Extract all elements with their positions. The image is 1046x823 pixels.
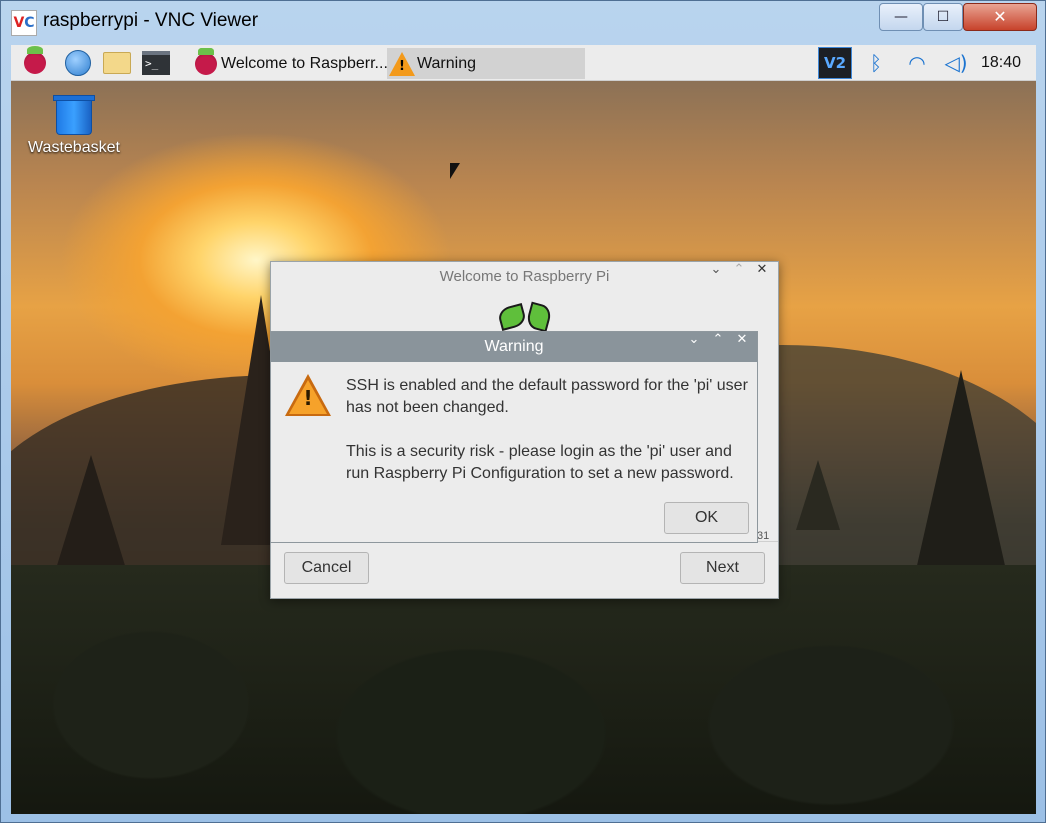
taskbar-item-warning[interactable]: Warning (387, 48, 585, 79)
taskbar: >_ Welcome to Raspberr... Warning V2 ᛒ ◠… (11, 45, 1036, 81)
ok-button[interactable]: OK (664, 502, 749, 534)
volume-icon[interactable]: ◁) (941, 49, 971, 77)
web-browser-icon[interactable] (62, 47, 94, 79)
window-close-button[interactable]: ✕ (963, 3, 1037, 31)
desktop-icon-label: Wastebasket (28, 139, 120, 156)
vnc-viewer-logo-icon: VC (11, 10, 37, 36)
next-button[interactable]: Next (680, 552, 765, 584)
warning-message: This is a security risk - please login a… (346, 443, 734, 482)
raspberry-pi-logo-icon (496, 301, 553, 334)
chevron-up-icon[interactable]: ⌃ (728, 262, 750, 292)
cancel-button[interactable]: Cancel (284, 552, 369, 584)
warning-message: SSH is enabled and the default password … (346, 377, 748, 416)
bluetooth-icon[interactable]: ᛒ (863, 49, 889, 77)
wifi-icon[interactable]: ◠ (903, 49, 931, 77)
trash-icon (53, 95, 95, 135)
raspberry-menu-icon[interactable] (19, 46, 51, 79)
chevron-up-icon[interactable]: ⌃ (707, 332, 729, 362)
close-icon[interactable]: ✕ (731, 332, 753, 362)
warning-icon (387, 50, 417, 78)
close-icon[interactable]: ✕ (751, 262, 773, 292)
remote-desktop[interactable]: >_ Welcome to Raspberr... Warning V2 ᛒ ◠… (11, 45, 1036, 814)
warning-icon: ! (285, 374, 331, 416)
warning-dialog: Warning ⌄ ⌃ ✕ ! SSH is enabled and the d… (270, 331, 758, 543)
vnc-server-tray-icon[interactable]: V2 (818, 47, 852, 79)
window-titlebar[interactable]: VC raspberrypi - VNC Viewer — ☐ ✕ (1, 1, 1045, 45)
chevron-down-icon[interactable]: ⌄ (683, 332, 705, 362)
welcome-dialog-title[interactable]: Welcome to Raspberry Pi (271, 262, 778, 292)
terminal-icon[interactable]: >_ (140, 47, 172, 79)
wallpaper-temple (916, 370, 1006, 570)
clock[interactable]: 18:40 (981, 54, 1021, 72)
window-title: raspberrypi - VNC Viewer (43, 10, 259, 31)
mouse-cursor-icon (450, 163, 460, 179)
taskbar-item-label: Welcome to Raspberr... (221, 54, 387, 72)
desktop-icon-wastebasket[interactable]: Wastebasket (26, 95, 122, 157)
raspberry-pi-icon (191, 48, 221, 78)
file-manager-icon[interactable] (101, 47, 133, 79)
window-minimize-button[interactable]: — (879, 3, 923, 31)
taskbar-item-label: Warning (417, 54, 476, 72)
window-maximize-button[interactable]: ☐ (923, 3, 963, 31)
taskbar-item-welcome[interactable]: Welcome to Raspberr... (191, 48, 387, 79)
chevron-down-icon[interactable]: ⌄ (705, 262, 727, 292)
wallpaper-temple (796, 460, 840, 530)
wallpaper-trees (11, 565, 1036, 814)
vnc-viewer-window: VC raspberrypi - VNC Viewer — ☐ ✕ >_ Wel… (0, 0, 1046, 823)
